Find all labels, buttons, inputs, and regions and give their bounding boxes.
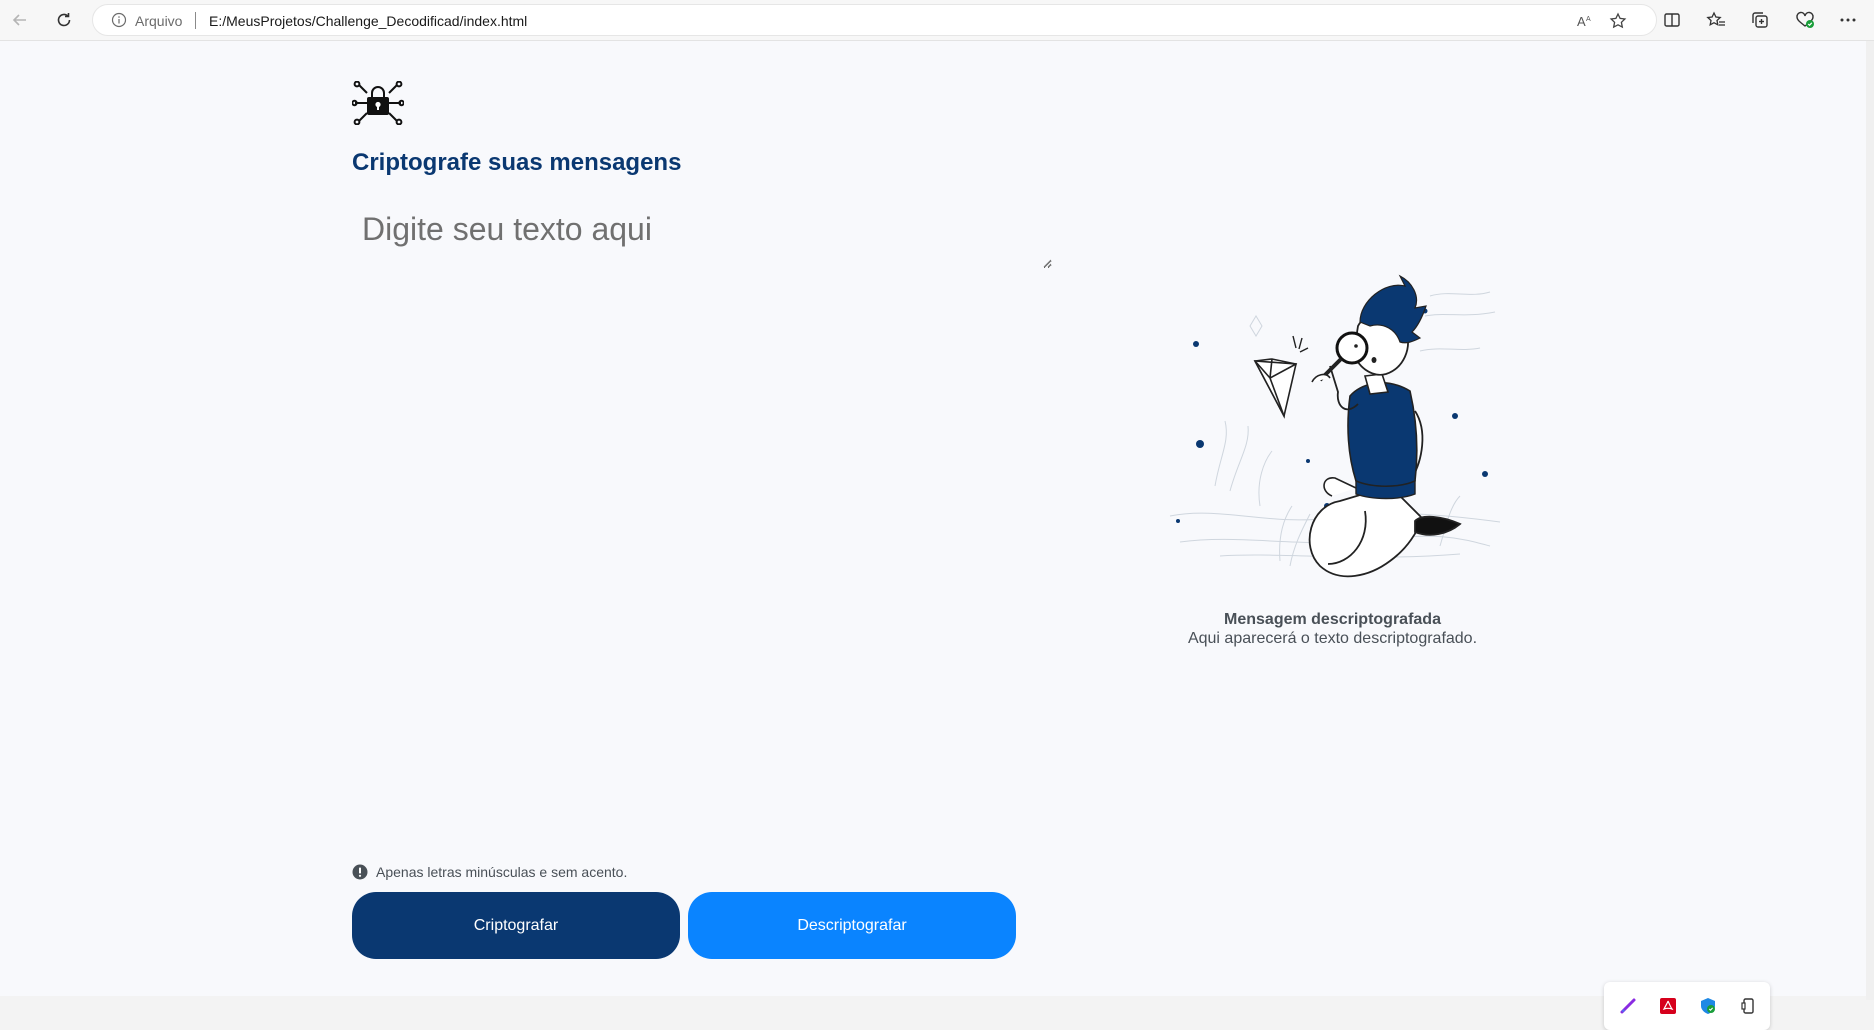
split-screen-icon[interactable] [1661, 9, 1683, 31]
pdf-icon[interactable] [1658, 996, 1678, 1016]
phone-icon[interactable] [1738, 996, 1758, 1016]
protocol-label: Arquivo [135, 13, 183, 29]
shield-icon[interactable] [1698, 996, 1718, 1016]
read-aloud-icon[interactable]: AA [1575, 11, 1595, 31]
favorite-star-icon[interactable] [1608, 11, 1628, 31]
resize-handle-icon[interactable] [1042, 255, 1052, 268]
collections-icon[interactable] [1749, 9, 1771, 31]
address-bar[interactable]: Arquivo E:/MeusProjetos/Challenge_Decodi… [92, 4, 1657, 36]
hint: Apenas letras minúsculas e sem acento. [352, 864, 627, 880]
encrypt-button[interactable]: Criptografar [352, 892, 680, 959]
decrypt-button[interactable]: Descriptografar [688, 892, 1016, 959]
favorites-icon[interactable] [1705, 9, 1727, 31]
refresh-icon[interactable] [52, 8, 76, 32]
extension-tray [1604, 982, 1770, 1030]
message-title: Mensagem descriptografada [1224, 611, 1441, 628]
message-text: Aqui aparecerá o texto descriptografado. [1187, 630, 1478, 647]
padlock-circuit-icon [351, 80, 405, 126]
svg-text:A: A [1586, 16, 1591, 23]
more-icon[interactable] [1837, 9, 1859, 31]
svg-text:A: A [1577, 14, 1586, 29]
scrollbar[interactable] [1866, 41, 1874, 1000]
exclamation-icon [352, 864, 368, 880]
browser-essentials-icon[interactable] [1794, 9, 1816, 31]
person-with-magnifier-illustration [1160, 256, 1505, 591]
page-content: Criptografe suas mensagens Digite seu te… [0, 41, 1866, 1030]
address-separator [195, 12, 196, 29]
browser-toolbar: Arquivo E:/MeusProjetos/Challenge_Decodi… [0, 0, 1874, 41]
back-icon[interactable] [8, 8, 32, 32]
pen-icon[interactable] [1618, 996, 1638, 1016]
hint-text: Apenas letras minúsculas e sem acento. [376, 864, 628, 880]
info-icon[interactable] [111, 12, 127, 28]
url-text[interactable]: E:/MeusProjetos/Challenge_Decodificad/in… [209, 13, 527, 29]
message-input[interactable] [352, 201, 1052, 269]
page-title: Criptografe suas mensagens [352, 149, 682, 176]
